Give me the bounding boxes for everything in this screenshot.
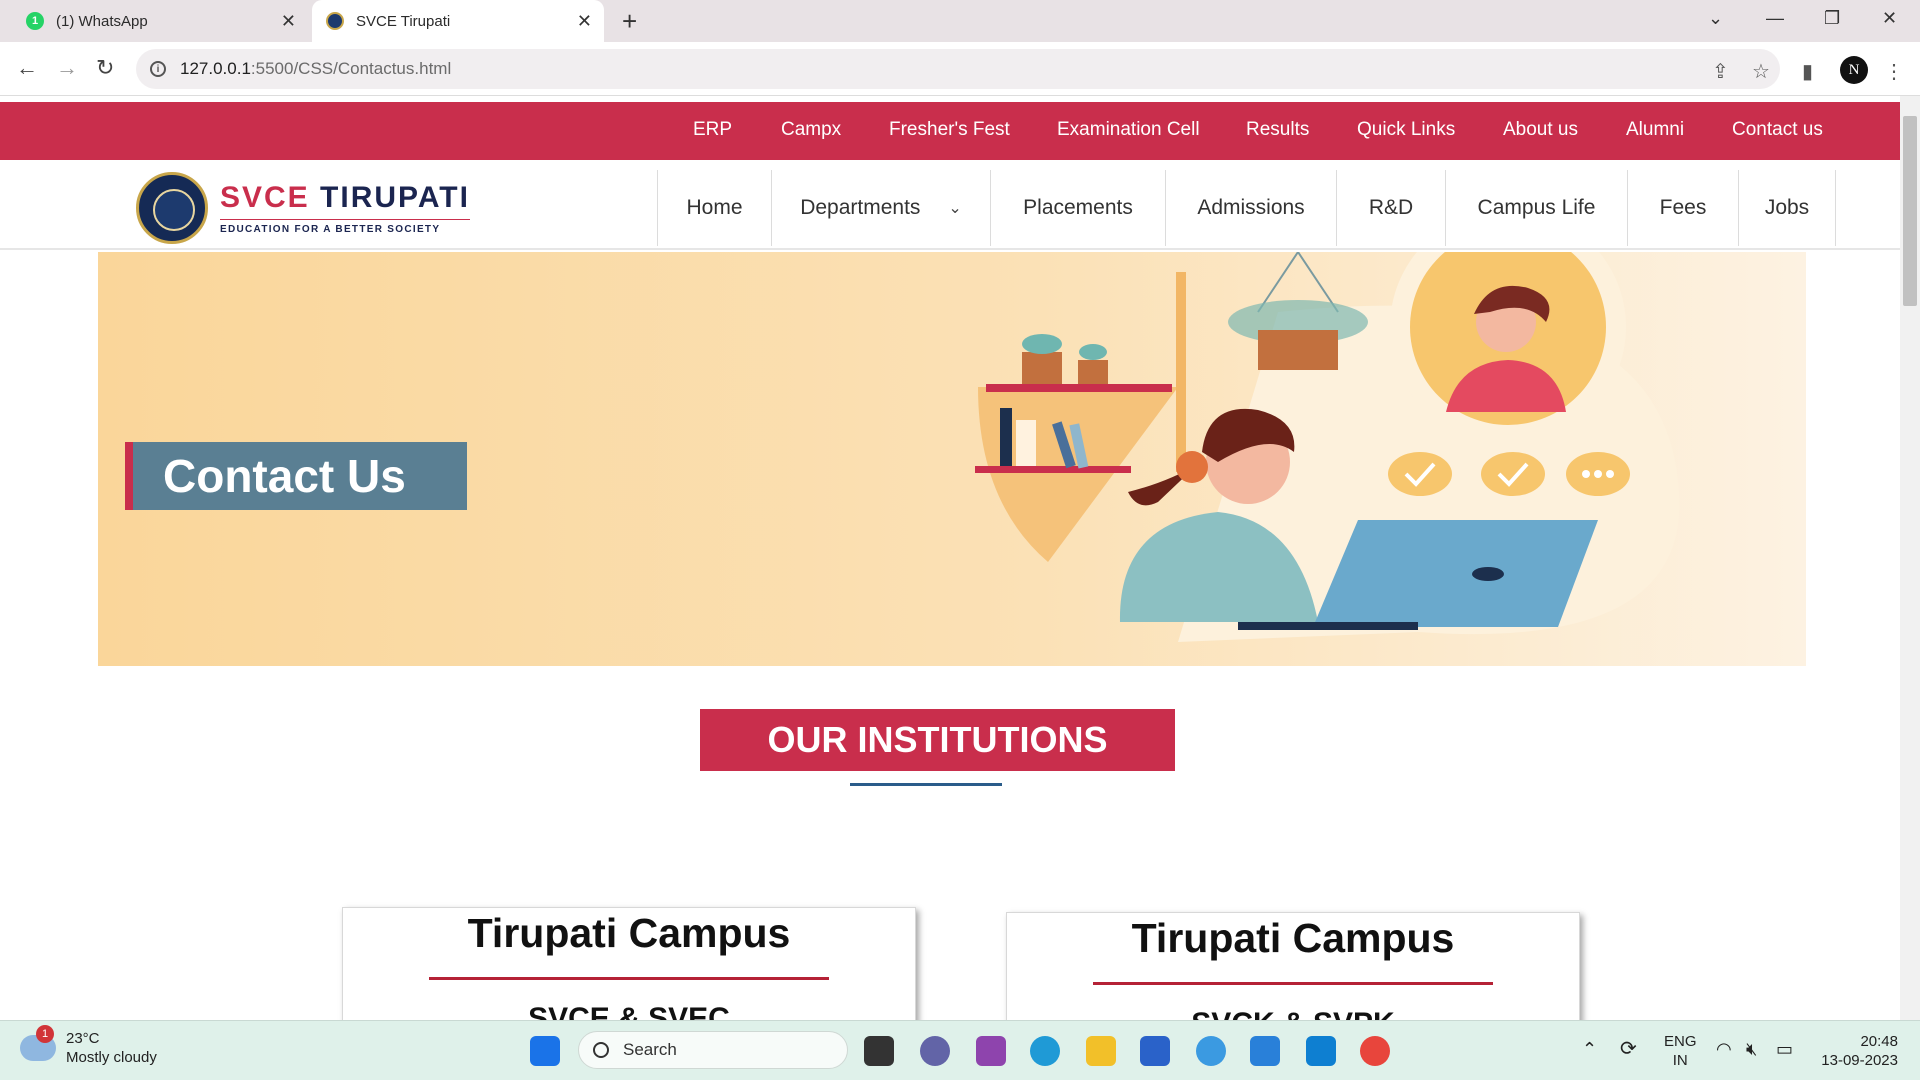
weather-widget[interactable]: 1 23°C Mostly cloudy (20, 1025, 157, 1067)
toplink-results[interactable]: Results (1246, 119, 1309, 141)
windows-start-icon[interactable] (530, 1036, 560, 1066)
section-underline (850, 783, 1002, 786)
close-tab-icon[interactable]: ✕ (577, 11, 592, 31)
clock-time: 20:48 (1860, 1033, 1898, 1050)
section-title: OUR INSTITUTIONS (700, 709, 1175, 771)
chevron-down-icon: ⌄ (948, 200, 962, 217)
chrome-icon[interactable] (1360, 1036, 1390, 1066)
wps-office-icon[interactable] (976, 1036, 1006, 1066)
college-seal-icon (136, 172, 208, 244)
site-info-icon[interactable]: i (150, 61, 166, 77)
region-code: IN (1672, 1052, 1688, 1069)
share-icon[interactable]: ⇪ (1712, 59, 1729, 84)
site-logo[interactable]: SVCE TIRUPATI EDUCATION FOR A BETTER SOC… (136, 172, 470, 244)
toplink-examination-cell[interactable]: Examination Cell (1057, 119, 1200, 141)
nav-admissions[interactable]: Admissions (1165, 170, 1336, 246)
weather-condition: Mostly cloudy (66, 1049, 157, 1066)
close-tab-icon[interactable]: ✕ (281, 11, 296, 31)
battery-icon[interactable]: ▭ (1776, 1040, 1793, 1059)
teams-chat-icon[interactable] (920, 1036, 950, 1066)
nav-fees[interactable]: Fees (1627, 170, 1738, 246)
logo-name-dark: TIRUPATI (320, 181, 470, 214)
nav-label: Departments (800, 196, 921, 219)
toplink-alumni[interactable]: Alumni (1626, 119, 1684, 141)
nav-home[interactable]: Home (657, 170, 771, 246)
restore-button[interactable]: ❐ (1824, 8, 1840, 29)
nav-label: Campus Life (1477, 196, 1596, 219)
speaker-muted-icon[interactable]: 🔇︎ (1746, 1040, 1757, 1059)
clock[interactable]: 20:48 13-09-2023 (1814, 1032, 1898, 1070)
task-view-icon[interactable] (864, 1036, 894, 1066)
back-icon[interactable]: ← (16, 56, 38, 80)
card-divider (429, 977, 829, 980)
toplink-about-us[interactable]: About us (1503, 119, 1578, 141)
file-explorer-icon[interactable] (1086, 1036, 1116, 1066)
address-bar[interactable]: i 127.0.0.1:5500/CSS/Contactus.html (136, 49, 1780, 89)
nav-jobs[interactable]: Jobs (1738, 170, 1836, 246)
profile-avatar[interactable]: N (1840, 56, 1868, 84)
temperature: 23°C (66, 1030, 100, 1047)
menu-dots-icon[interactable]: ⋮ (1884, 59, 1904, 84)
language-indicator[interactable]: ENG IN (1664, 1032, 1697, 1070)
tab-title: SVCE Tirupati (356, 12, 451, 30)
search-label: Search (623, 1040, 677, 1059)
remote-desktop-icon[interactable] (1250, 1036, 1280, 1066)
microsoft-store-icon[interactable] (1140, 1036, 1170, 1066)
bookmark-star-icon[interactable]: ☆ (1752, 59, 1770, 84)
scrollbar-thumb[interactable] (1903, 116, 1917, 306)
clock-date: 13-09-2023 (1821, 1052, 1898, 1069)
nav-rnd[interactable]: R&D (1336, 170, 1445, 246)
help-icon[interactable] (1196, 1036, 1226, 1066)
show-hidden-icons-icon[interactable]: ⌃ (1582, 1040, 1597, 1059)
tab-svce-tirupati[interactable]: SVCE Tirupati ✕ (312, 0, 604, 42)
nav-placements[interactable]: Placements (990, 170, 1165, 246)
vscode-icon[interactable] (1306, 1036, 1336, 1066)
nav-campus-life[interactable]: Campus Life (1445, 170, 1627, 246)
taskbar-search[interactable]: Search (578, 1031, 848, 1069)
sync-icon[interactable]: ⟳ (1620, 1039, 1637, 1059)
card-title: Tirupati Campus (467, 910, 791, 956)
nav-label: R&D (1368, 196, 1414, 219)
search-icon (593, 1042, 609, 1058)
nav-label: Fees (1659, 196, 1707, 219)
lang-code: ENG (1664, 1033, 1697, 1050)
notification-badge: 1 (36, 1025, 54, 1043)
card-title: Tirupati Campus (1131, 915, 1455, 961)
nav-label: Admissions (1197, 196, 1305, 219)
browser-toolbar: ← → ↻ i 127.0.0.1:5500/CSS/Contactus.htm… (0, 42, 1920, 96)
banner-heading: Contact Us (125, 442, 467, 510)
close-window-button[interactable]: ✕ (1882, 8, 1897, 29)
url-host: 127.0.0.1 (180, 59, 251, 78)
tab-title: (1) WhatsApp (56, 12, 148, 30)
toplink-erp[interactable]: ERP (693, 119, 732, 141)
url-text[interactable]: 127.0.0.1:5500/CSS/Contactus.html (180, 59, 451, 79)
nav-label: Placements (1023, 196, 1133, 219)
logo-tagline: EDUCATION FOR A BETTER SOCIETY (220, 219, 470, 235)
reload-icon[interactable]: ↻ (96, 56, 114, 80)
edge-icon[interactable] (1030, 1036, 1060, 1066)
nav-departments[interactable]: Departments ⌄ (771, 170, 990, 246)
tab-whatsapp[interactable]: 1 (1) WhatsApp ✕ (12, 0, 308, 42)
card-divider (1093, 982, 1493, 985)
toplink-campx[interactable]: Campx (781, 119, 841, 141)
whatsapp-icon: 1 (26, 12, 44, 30)
side-panel-icon[interactable]: ▮ (1802, 59, 1813, 84)
new-tab-button[interactable]: + (622, 6, 637, 36)
tab-strip: 1 (1) WhatsApp ✕ SVCE Tirupati ✕ + ⌄ — ❐… (0, 0, 1920, 42)
svce-favicon-icon (326, 12, 344, 30)
nav-label: Jobs (1764, 196, 1810, 219)
nav-label: Home (686, 196, 743, 219)
top-link-bar: ERP Campx Fresher's Fest Examination Cel… (0, 102, 1900, 160)
tab-search-icon[interactable]: ⌄ (1708, 8, 1723, 29)
cloudy-weather-icon: 1 (20, 1025, 56, 1061)
toplink-freshers-fest[interactable]: Fresher's Fest (889, 119, 1010, 141)
toplink-contact-us[interactable]: Contact us (1732, 119, 1823, 141)
wifi-icon[interactable]: ◠ (1716, 1040, 1732, 1059)
minimize-button[interactable]: — (1766, 8, 1784, 29)
toplink-quick-links[interactable]: Quick Links (1357, 119, 1455, 141)
forward-icon[interactable]: → (56, 56, 78, 80)
url-path: :5500/CSS/Contactus.html (250, 59, 452, 78)
logo-name-red: SVCE (220, 181, 310, 214)
